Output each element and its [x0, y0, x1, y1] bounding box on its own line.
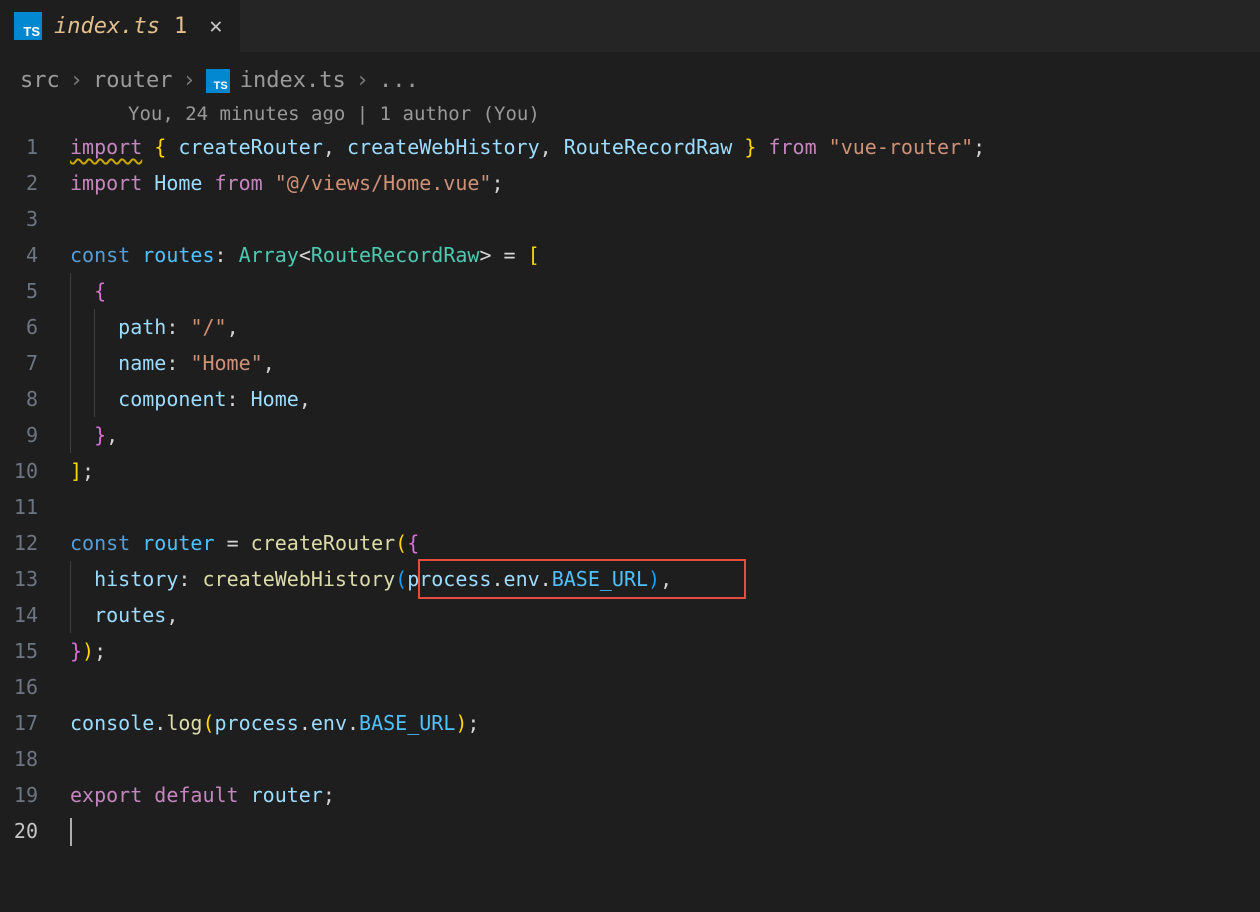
- chevron-right-icon: ›: [182, 68, 195, 93]
- code-line: 3: [0, 201, 1260, 237]
- code-line: 12 const router = createRouter({: [0, 525, 1260, 561]
- line-number: 18: [0, 741, 70, 777]
- line-number: 5: [0, 273, 70, 309]
- line-number: 19: [0, 777, 70, 813]
- code-line: 10 ];: [0, 453, 1260, 489]
- line-number: 4: [0, 237, 70, 273]
- chevron-right-icon: ›: [356, 68, 369, 93]
- breadcrumb-part[interactable]: ...: [379, 68, 419, 93]
- code-line: 16: [0, 669, 1260, 705]
- line-number: 1: [0, 129, 70, 165]
- tab-bar: TS index.ts 1 ✕: [0, 0, 1260, 52]
- tab-modified-indicator: 1: [174, 14, 187, 39]
- code-line: 5 {: [0, 273, 1260, 309]
- chevron-right-icon: ›: [70, 68, 83, 93]
- code-line: 1 import { createRouter, createWebHistor…: [0, 129, 1260, 165]
- line-number: 12: [0, 525, 70, 561]
- code-line: 19 export default router;: [0, 777, 1260, 813]
- text-cursor: [70, 818, 72, 846]
- line-number: 6: [0, 309, 70, 345]
- code-line: 8 component: Home,: [0, 381, 1260, 417]
- breadcrumb-part[interactable]: router: [93, 68, 172, 93]
- codelens-annotation[interactable]: You, 24 minutes ago | 1 author (You): [0, 103, 1260, 125]
- line-number: 10: [0, 453, 70, 489]
- typescript-icon: TS: [206, 69, 230, 93]
- breadcrumb-part[interactable]: index.ts: [240, 68, 346, 93]
- code-line: 11: [0, 489, 1260, 525]
- code-line: 17 console.log(process.env.BASE_URL);: [0, 705, 1260, 741]
- tab-filename: index.ts: [54, 14, 160, 39]
- code-line: 15 });: [0, 633, 1260, 669]
- line-number: 16: [0, 669, 70, 705]
- breadcrumb-part[interactable]: src: [20, 68, 60, 93]
- line-number: 7: [0, 345, 70, 381]
- code-line: 14 routes,: [0, 597, 1260, 633]
- code-line: 7 name: "Home",: [0, 345, 1260, 381]
- line-number: 9: [0, 417, 70, 453]
- code-line: 4 const routes: Array<RouteRecordRaw> = …: [0, 237, 1260, 273]
- tab-bar-empty: [241, 0, 1260, 52]
- code-line: 9 },: [0, 417, 1260, 453]
- line-number: 3: [0, 201, 70, 237]
- code-line: 2 import Home from "@/views/Home.vue";: [0, 165, 1260, 201]
- code-line: 18: [0, 741, 1260, 777]
- line-number: 15: [0, 633, 70, 669]
- line-number: 2: [0, 165, 70, 201]
- tab-indexts[interactable]: TS index.ts 1 ✕: [0, 0, 241, 52]
- close-icon[interactable]: ✕: [209, 14, 222, 39]
- code-line: 13 history: createWebHistory(process.env…: [0, 561, 1260, 597]
- line-number: 20: [0, 813, 70, 849]
- line-number: 14: [0, 597, 70, 633]
- line-number: 11: [0, 489, 70, 525]
- code-editor[interactable]: You, 24 minutes ago | 1 author (You) 1 i…: [0, 99, 1260, 849]
- line-number: 13: [0, 561, 70, 597]
- code-line: 20: [0, 813, 1260, 849]
- typescript-icon: TS: [14, 12, 42, 40]
- line-number: 17: [0, 705, 70, 741]
- code-line: 6 path: "/",: [0, 309, 1260, 345]
- breadcrumb: src › router › TS index.ts › ...: [0, 52, 1260, 99]
- line-number: 8: [0, 381, 70, 417]
